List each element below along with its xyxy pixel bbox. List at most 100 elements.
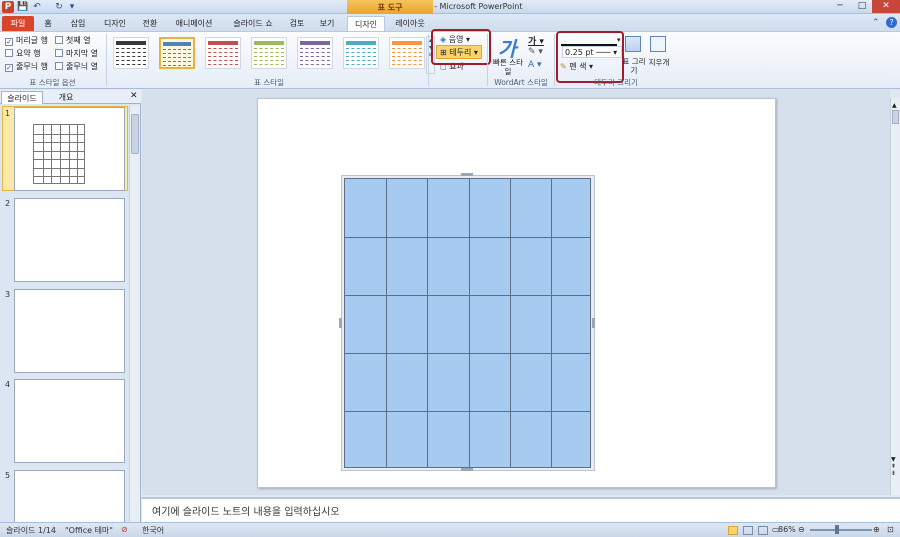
resize-handle-left[interactable]	[339, 318, 342, 328]
status-language[interactable]: 한국어	[142, 525, 164, 536]
zoom-slider-thumb[interactable]	[835, 525, 839, 534]
style-row-swatch	[208, 59, 238, 61]
help-icon[interactable]: ?	[886, 17, 897, 28]
style-row-swatch	[300, 51, 330, 53]
table-column-line	[510, 179, 511, 467]
close-button[interactable]: ✕	[872, 0, 900, 13]
style-row-swatch	[163, 48, 191, 50]
resize-handle-bottom[interactable]	[461, 468, 473, 471]
zoom-slider[interactable]	[810, 529, 872, 531]
slide-thumbnail[interactable]	[14, 470, 125, 522]
group-separator	[554, 34, 555, 86]
slide-thumbnail[interactable]	[14, 379, 125, 463]
checkbox-label: 첫째 열	[66, 36, 91, 45]
checkbox-label: 마지막 열	[66, 49, 98, 58]
checkbox-first-column[interactable]: 첫째 열	[55, 35, 91, 46]
tab-table-design[interactable]: 디자인	[347, 16, 385, 32]
table-tools-context-header: 표 도구	[347, 0, 433, 15]
checkbox-banded-rows[interactable]: ✓ 줄무늬 행	[5, 61, 48, 72]
slide-thumbnail[interactable]	[14, 107, 125, 191]
slides-pane-scrollbar[interactable]	[129, 106, 140, 522]
tab-outline[interactable]: 개요	[46, 91, 86, 104]
tab-table-layout[interactable]: 레이아웃	[388, 16, 432, 32]
slide-table[interactable]	[344, 178, 591, 468]
style-row-swatch	[163, 64, 191, 66]
table-style-option[interactable]	[113, 37, 149, 69]
style-row-swatch	[254, 47, 284, 49]
style-row-swatch	[346, 63, 376, 65]
resize-handle-top[interactable]	[461, 173, 473, 176]
style-row-swatch	[346, 59, 376, 61]
text-outline-icon[interactable]: ✎ ▾	[528, 47, 543, 57]
normal-view-icon[interactable]	[728, 526, 738, 535]
checkbox-header-row[interactable]: ✓ 머리글 행	[5, 35, 48, 46]
tab-slideshow[interactable]: 슬라이드 쇼	[225, 16, 281, 32]
table-style-option[interactable]	[389, 37, 425, 69]
tab-animations[interactable]: 애니메이션	[168, 16, 220, 32]
status-theme[interactable]: "Office 테마"	[65, 525, 113, 536]
checkbox-last-column[interactable]: 마지막 열	[55, 48, 98, 59]
draw-table-button[interactable]: 표 그리기	[622, 57, 646, 75]
tab-slides[interactable]: 슬라이드	[1, 91, 43, 104]
table-row-line	[345, 353, 590, 354]
tab-review[interactable]: 검토	[285, 16, 309, 32]
window-title: 새 프레젠테이션 - Microsoft PowerPoint	[377, 2, 523, 11]
reading-view-icon[interactable]	[758, 526, 768, 535]
close-pane-icon[interactable]: ✕	[130, 91, 138, 101]
scroll-up-icon: ▲	[892, 102, 897, 109]
tab-transitions[interactable]: 전환	[136, 16, 164, 32]
table-column-line	[551, 179, 552, 467]
group-label-table-styles: 표 스타일	[254, 78, 284, 87]
table-style-option[interactable]	[159, 37, 195, 69]
text-fill-icon[interactable]: 가 ▾	[528, 34, 544, 47]
draw-table-icon[interactable]	[625, 36, 641, 52]
style-row-swatch	[392, 59, 422, 61]
style-row-swatch	[208, 47, 238, 49]
style-row-swatch	[116, 51, 146, 53]
scrollbar-thumb[interactable]	[131, 114, 139, 154]
thumb-row-line	[34, 134, 84, 135]
tab-view[interactable]: 보기	[313, 16, 341, 32]
minimize-button[interactable]: ─	[828, 0, 852, 13]
editor-scrollbar[interactable]: ▲ ▼ ⇞ ⇟	[890, 98, 900, 495]
resize-handle-right[interactable]	[592, 318, 595, 328]
checkbox-total-row[interactable]: 요약 행	[5, 48, 41, 59]
fit-slide-icon[interactable]: ⊡	[887, 525, 894, 534]
style-row-swatch	[208, 55, 238, 57]
zoom-in-icon[interactable]: ⊕	[873, 525, 880, 534]
tab-home[interactable]: 홈	[36, 16, 60, 32]
scrollbar-thumb[interactable]	[892, 110, 899, 124]
thumb-row-line	[34, 176, 84, 177]
tab-design[interactable]: 디자인	[98, 16, 132, 32]
checkbox-label: 요약 행	[16, 49, 41, 58]
zoom-level[interactable]: 86%	[778, 525, 796, 534]
tab-insert[interactable]: 삽입	[64, 16, 92, 32]
spellcheck-icon[interactable]: ⊘	[121, 525, 128, 534]
quick-styles-button[interactable]: 빠른 스타일	[492, 58, 524, 76]
style-row-swatch	[346, 47, 376, 49]
slide-thumbnail[interactable]	[14, 289, 125, 373]
text-effects-icon[interactable]: A ▾	[528, 60, 542, 70]
style-row-swatch	[254, 63, 284, 65]
slide-sorter-icon[interactable]	[743, 526, 753, 535]
tab-file[interactable]: 파일	[2, 16, 34, 32]
prev-next-slide-icons: ▼ ⇞ ⇟	[891, 456, 897, 477]
table-style-option[interactable]	[251, 37, 287, 69]
ribbon-minimize-icon[interactable]: ⌃	[872, 18, 880, 28]
thumbnail-table-grid	[33, 124, 85, 184]
eraser-button[interactable]: 지우개	[645, 57, 673, 68]
table-style-option[interactable]	[205, 37, 241, 69]
maximize-button[interactable]: □	[852, 0, 872, 13]
checkbox-banded-columns[interactable]: 줄무늬 열	[55, 61, 98, 72]
zoom-out-icon[interactable]: ⊖	[798, 525, 805, 534]
eraser-icon[interactable]	[650, 36, 666, 52]
table-style-option[interactable]	[297, 37, 333, 69]
group-separator	[106, 34, 107, 86]
style-row-swatch	[346, 51, 376, 53]
notes-placeholder[interactable]: 여기에 슬라이드 노트의 내용을 입력하십시오	[152, 503, 340, 518]
slide-number: 1	[5, 109, 11, 118]
highlight-box-shading-borders	[431, 29, 491, 65]
slide-thumbnail[interactable]	[14, 198, 125, 282]
slide-number: 3	[5, 290, 11, 299]
table-style-option[interactable]	[343, 37, 379, 69]
